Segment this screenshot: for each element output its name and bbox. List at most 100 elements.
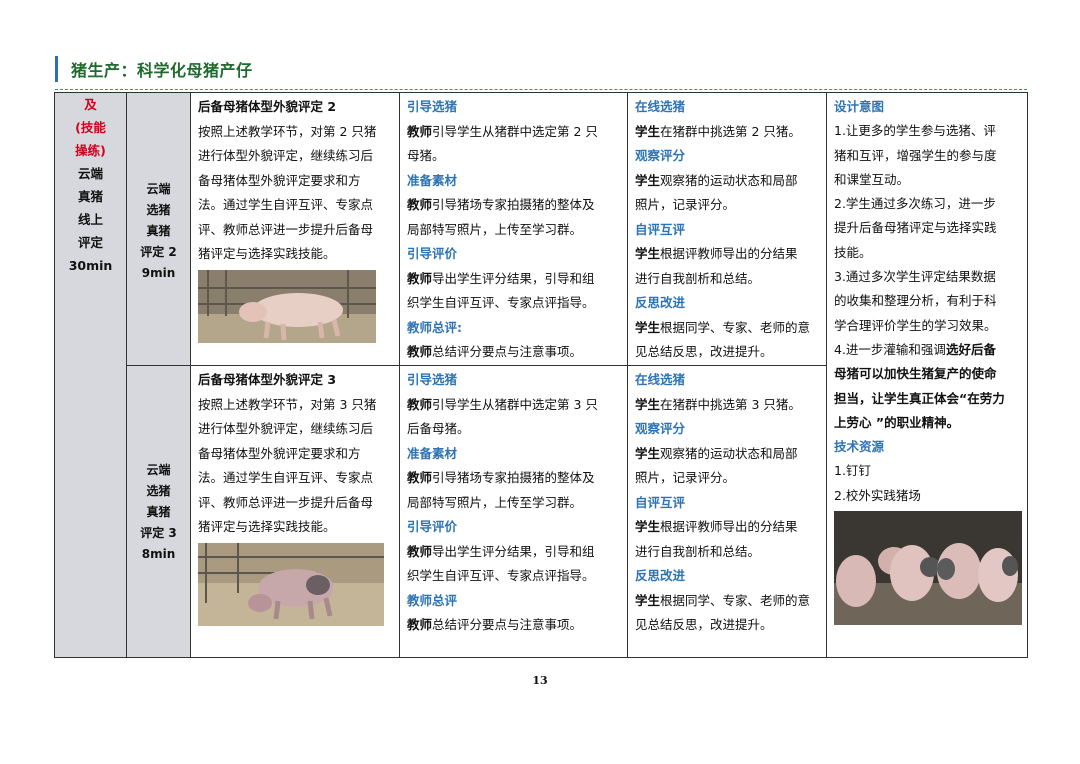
design-heading: 设计意图	[834, 99, 885, 114]
sub-label-line: 选猪	[146, 484, 171, 498]
activity-text: 见总结反思，改进提升。	[635, 617, 773, 632]
stage-label-cell: 及 (技能 操练) 云端 真猪 线上 评定 30min	[54, 92, 127, 658]
design-line: 学合理评价学生的学习效果。	[834, 317, 997, 333]
design-line: 的收集和整理分析，有利于科	[834, 293, 997, 309]
activity-text: 照片，记录评分。	[635, 197, 736, 212]
design-line: 2.学生通过多次练习，进一步	[834, 196, 996, 212]
role-label: 学生	[635, 592, 661, 608]
activity-text: 后备母猪。	[407, 421, 470, 436]
role-label: 教师	[407, 270, 433, 286]
activity-text: 织学生自评互评、专家点评指导。	[407, 568, 595, 583]
sub-label-line: 云端	[146, 182, 171, 196]
stage-label-line: 线上	[77, 212, 103, 227]
activity-heading: 准备素材	[407, 445, 458, 461]
content-title: 后备母猪体型外貌评定 3	[198, 372, 337, 387]
content-line: 进行体型外貌评定，继续练习后	[198, 148, 374, 163]
stage-label-line: 评定	[77, 235, 103, 250]
design-emphasis: 担当，让学生真正体会“在劳力	[834, 390, 1005, 406]
activity-text: 织学生自评互评、专家点评指导。	[407, 295, 595, 310]
design-emphasis: 选好后备	[945, 341, 996, 357]
role-label: 教师	[407, 617, 433, 632]
activity-text: 导出学生评分结果，引导和组	[432, 543, 595, 559]
role-label: 学生	[635, 519, 661, 534]
activity-text: 根据评教师导出的分结果	[660, 246, 798, 261]
activity-text: 进行自我剖析和总结。	[635, 270, 761, 286]
lesson-table: 及 (技能 操练) 云端 真猪 线上 评定 30min 云端 选猪 真猪 评定 …	[54, 92, 1028, 658]
pigs-photo	[834, 511, 1022, 626]
activity-text: 导出学生评分结果，引导和组	[432, 270, 595, 286]
tech-resource-item: 1.钉钉	[834, 463, 871, 479]
activity-text: 引导猪场专家拍摄猪的整体及	[432, 470, 595, 485]
student-activity-cell: 在线选猪 学生在猪群中挑选第 3 只猪。 观察评分 学生观察猪的运动状态和局部 …	[627, 365, 827, 658]
sub-label-line: 9min	[141, 266, 176, 280]
content-line: 评、教师总评进一步提升后备母	[198, 494, 374, 510]
activity-text: 局部特写照片，上传至学习群。	[407, 221, 583, 237]
activity-heading: 引导选猪	[407, 372, 458, 387]
content-line: 评、教师总评进一步提升后备母	[198, 221, 374, 237]
activity-text: 引导猪场专家拍摄猪的整体及	[432, 197, 595, 212]
sub-label-line: 云端	[146, 463, 171, 477]
teacher-activity-cell: 引导选猪 教师引导学生从猪群中选定第 2 只 母猪。 准备素材 教师引导猪场专家…	[399, 92, 628, 366]
activity-heading: 在线选猪	[635, 372, 686, 387]
activity-text: 总结评分要点与注意事项。	[432, 617, 583, 632]
stage-label-line: 云端	[77, 166, 103, 181]
activity-text: 总结评分要点与注意事项。	[432, 344, 583, 359]
activity-heading: 观察评分	[635, 148, 686, 163]
activity-heading: 教师总评:	[407, 319, 462, 335]
activity-text: 观察猪的运动状态和局部	[660, 445, 798, 461]
activity-heading: 反思改进	[635, 568, 686, 583]
content-line: 法。通过学生自评互评、专家点	[198, 470, 374, 485]
design-intent-cell: 设计意图 1.让更多的学生参与选猪、评 猪和互评，增强学生的参与度 和课堂互动。…	[826, 92, 1028, 658]
content-line: 进行体型外貌评定，继续练习后	[198, 421, 374, 436]
role-label: 学生	[635, 123, 661, 139]
design-line: 技能。	[834, 244, 872, 260]
activity-text: 局部特写照片，上传至学习群。	[407, 494, 583, 510]
content-line: 按照上述教学环节，对第 3 只猪	[198, 396, 377, 412]
activity-text: 母猪。	[407, 148, 445, 163]
activity-text: 观察猪的运动状态和局部	[660, 172, 798, 188]
pig-photo	[198, 269, 376, 343]
activity-text: 根据评教师导出的分结果	[660, 519, 798, 534]
role-label: 学生	[635, 172, 661, 188]
sub-label-line: 真猪	[146, 505, 171, 519]
activity-heading: 引导评价	[407, 246, 458, 261]
activity-heading: 引导选猪	[407, 99, 458, 114]
teacher-activity-cell: 引导选猪 教师引导学生从猪群中选定第 3 只 后备母猪。 准备素材 教师引导猪场…	[399, 365, 628, 658]
design-line: 4.进一步灌输和强调	[834, 341, 946, 357]
role-label: 学生	[635, 396, 661, 412]
sub-label-line: 8min	[141, 547, 176, 561]
role-label: 教师	[407, 543, 433, 559]
role-label: 教师	[407, 396, 433, 412]
activity-text: 进行自我剖析和总结。	[635, 543, 761, 559]
content-line: 备母猪体型外貌评定要求和方	[198, 172, 361, 188]
sub-label-line: 选猪	[146, 203, 171, 217]
role-label: 教师	[407, 197, 433, 212]
activity-text: 引导学生从猪群中选定第 2 只	[432, 123, 598, 139]
activity-heading: 准备素材	[407, 172, 458, 188]
role-label: 教师	[407, 123, 433, 139]
activity-text: 照片，记录评分。	[635, 470, 736, 485]
sub-label-cell: 云端 选猪 真猪 评定 2 9min	[126, 92, 191, 366]
activity-heading: 反思改进	[635, 295, 686, 310]
header-accent-bar	[55, 56, 58, 82]
design-line: 3.通过多次学生评定结果数据	[834, 269, 996, 285]
stage-label-line: 30min	[68, 258, 113, 273]
content-line: 猪评定与选择实践技能。	[198, 519, 336, 534]
activity-text: 见总结反思，改进提升。	[635, 344, 773, 359]
content-cell: 后备母猪体型外貌评定 2 按照上述教学环节，对第 2 只猪 进行体型外貌评定，继…	[190, 92, 400, 366]
page-number: 13	[532, 674, 548, 687]
activity-text: 引导学生从猪群中选定第 3 只	[432, 396, 598, 412]
tech-resource-item: 2.校外实践猪场	[834, 487, 921, 503]
activity-heading: 在线选猪	[635, 99, 686, 114]
content-title: 后备母猪体型外貌评定 2	[198, 99, 337, 114]
stage-label-line: 及	[84, 97, 97, 112]
role-label: 学生	[635, 246, 661, 261]
content-cell: 后备母猪体型外貌评定 3 按照上述教学环节，对第 3 只猪 进行体型外貌评定，继…	[190, 365, 400, 658]
stage-label-line: 真猪	[77, 189, 103, 204]
tech-resources-heading: 技术资源	[834, 439, 885, 455]
activity-heading: 引导评价	[407, 519, 458, 534]
design-line: 1.让更多的学生参与选猪、评	[834, 123, 996, 139]
role-label: 教师	[407, 470, 433, 485]
activity-heading: 自评互评	[635, 494, 686, 510]
design-line: 和课堂互动。	[834, 171, 910, 187]
